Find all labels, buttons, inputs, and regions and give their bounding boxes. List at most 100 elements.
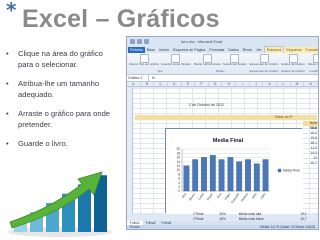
excel-logo-icon [130,39,135,44]
bullet-select-chart: Clique na área do gráfico para o selecio… [6,48,116,70]
y-tick-label: 12 [176,164,180,168]
bullet-drag: Arraste o gráfico para onde pretender. [6,108,116,130]
tab-5[interactable]: Dados [226,47,240,53]
window-title: livro.xlsx - Microsoft Excel [181,39,223,44]
column-header-D[interactable]: D [168,82,182,86]
growth-chart-illustration [8,171,112,237]
column-header-L[interactable]: L [277,82,291,86]
chart-canvas[interactable]: Media Final 02468101214161820 Ana Bruno Ca… [166,129,303,214]
y-tick-label: 0 [178,189,180,193]
slide-title: Excel – Gráficos [22,5,220,33]
chart-bar[interactable] [209,155,216,192]
y-tick-label: 8 [178,172,180,176]
ribbon-group-name: Localização [309,69,319,73]
column-header-H[interactable]: H [222,82,237,86]
legend-swatch [277,168,282,173]
y-tick-label: 18 [176,151,180,155]
legend-label: Média Final [283,169,300,173]
column-header-M[interactable]: M [291,82,305,86]
column-header-N[interactable]: N [304,82,318,86]
column-header-G[interactable]: G [209,82,223,86]
ribbon-button[interactable]: Mover Gráfico [307,54,318,67]
tab-9[interactable]: Esquema [284,47,304,53]
tab-3[interactable]: Esquema de Página [171,47,207,53]
ribbon-group-3: Estilos de Gráfico Estilos de Gráfico [281,54,305,73]
chart-title[interactable]: Media Final [213,138,244,144]
chart-bar[interactable] [227,157,234,192]
row-headers [127,88,133,213]
tab-1[interactable]: Base [145,47,157,53]
ribbon-button[interactable]: Selecionar Dados [223,54,247,67]
ribbon-group-buttons: Esquemas de Gráfico [249,54,279,67]
y-tick-label: 20 [176,147,180,151]
column-header-K[interactable]: K [263,82,278,86]
date-cell[interactable]: 2 de Outubro de 2012 [189,103,224,107]
final-grade-column: Nota Final 12,5 16,2 15,8 18,1 11,5 14,3 13 10,… [303,121,318,166]
chart-bar[interactable] [253,163,260,192]
quick-access-toolbar: livro.xlsx - Microsoft Excel [127,37,318,46]
column-header-F[interactable]: F [195,82,209,86]
y-tick-label: 10 [176,168,180,172]
status-ready: Pronto [130,225,140,229]
column-header-A[interactable]: A [127,82,141,86]
ribbon-button-label: Selecionar Dados [222,62,247,66]
y-tick-label: 2 [178,185,180,189]
chart-bar[interactable] [192,159,199,192]
column-header-J[interactable]: J [250,82,264,86]
final-grade-cell[interactable]: 10,7 [303,161,318,166]
column-header-C[interactable]: C [154,82,168,86]
chart-bar[interactable] [236,161,243,192]
ribbon-group-4: Mover Gráfico Localização [307,54,319,73]
ribbon-group-name: Dados [215,69,225,73]
ribbon-group-buttons: Alterar Tipo de Gráfico Guardar como Mode… [129,54,191,67]
chart-bar[interactable] [218,159,225,192]
bullet-save: Guarde o livro. [6,138,116,149]
tab-7[interactable]: Ver [254,47,263,53]
column-header-I[interactable]: I [236,82,250,86]
ribbon-button[interactable]: Estilos de Gráfico [281,54,305,67]
column-header-E[interactable]: E [182,82,196,86]
tab-6[interactable]: Rever [241,47,255,53]
tab-2[interactable]: Inserir [157,47,171,53]
tab-8[interactable]: Estrutura [263,46,285,53]
ribbon-button-label: Esquemas de Gráfico [249,62,279,66]
ribbon-group-name: Tipo [157,69,163,73]
save-icon[interactable] [137,39,142,44]
ribbon-group-1: Mudar Linha/Coluna Selecionar Dados Dados [194,54,247,73]
ribbon-tabs: Ficheiro Base Inserir Esquema de Página Fórm… [127,46,318,53]
ribbon-button-label: Estilos de Gráfico [281,62,305,66]
ribbon-group-name: Esquemas de Gráfico [249,69,279,73]
ribbon-button-label: Mudar Linha/Coluna [193,62,221,66]
embedded-chart[interactable]: Media Final 0 2 4 6 8 10 12 14 16 18 20 Ana Bruno Ca… [165,128,303,214]
chart-bar[interactable] [183,165,190,192]
ribbon-button[interactable]: Guardar como Modelo [161,54,191,67]
ribbon-button[interactable]: Esquemas de Gráfico [249,54,279,67]
tab-10[interactable]: Formatar [303,47,318,53]
y-tick-label: 4 [178,181,180,185]
ribbon: Alterar Tipo de Gráfico Guardar como Mode… [127,53,318,75]
fx-icon[interactable]: fx [149,76,155,80]
ribbon-group-2: Esquemas de Gráfico Esquemas de Gráfico [249,54,279,73]
tab-4[interactable]: Fórmulas [207,47,226,53]
ribbon-group-buttons: Estilos de Gráfico [281,54,305,67]
tab-0[interactable]: Ficheiro [128,47,145,53]
chart-bar[interactable] [262,159,269,192]
bullet-resize: Atribua-lhe um tamanho adequado. [6,78,116,100]
y-tick-label: 16 [176,156,180,160]
ribbon-group-0: Alterar Tipo de Gráfico Guardar como Mode… [129,54,191,73]
undo-icon[interactable] [144,39,149,44]
title-marker: * [6,0,17,22]
ribbon-button[interactable]: Mudar Linha/Coluna [194,54,221,67]
ribbon-group-buttons: Mudar Linha/Coluna Selecionar Dados [194,54,247,67]
ribbon-button-label: Guardar como Modelo [161,62,191,66]
column-header-B[interactable]: B [141,82,155,86]
name-box[interactable]: Gráfico 1 [127,75,149,81]
ribbon-button-label: Mover Gráfico [307,62,318,66]
status-bar: Pronto Média: 14,75 Contar: 10 Soma: 118… [127,225,318,229]
excel-window: livro.xlsx - Microsoft Excel Ficheiro Bas… [126,36,319,230]
ribbon-group-buttons: Mover Gráfico [307,54,318,67]
bullet-list: Clique na área do gráfico para o selecio… [6,48,116,157]
chart-bar[interactable] [201,157,207,192]
chart-bar[interactable] [245,159,251,192]
ribbon-button[interactable]: Alterar Tipo de Gráfico [129,54,159,67]
